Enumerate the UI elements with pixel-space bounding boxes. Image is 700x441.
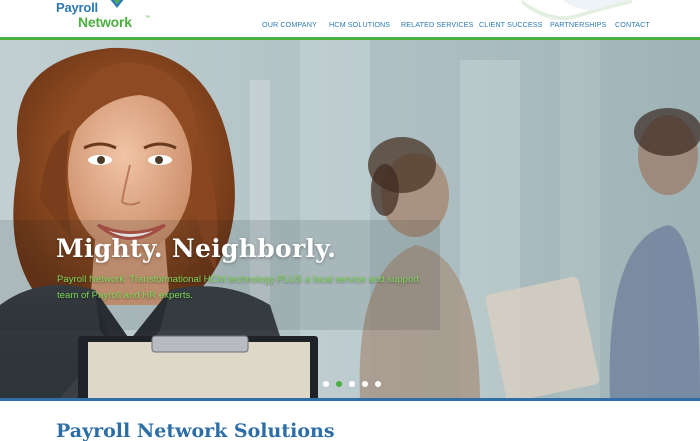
logo-text-network: Network xyxy=(78,14,132,30)
hero-title: Mighty. Neighborly. xyxy=(56,234,337,263)
hero-banner: Mighty. Neighborly. Payroll Network: Tra… xyxy=(0,40,700,398)
logo-text-payroll: Payroll xyxy=(56,0,98,15)
slide-dot-3[interactable] xyxy=(349,381,355,387)
nav-contact[interactable]: CONTACT xyxy=(615,20,650,29)
nav-partnerships[interactable]: PARTNERSHIPS xyxy=(550,20,606,29)
nav-our-company[interactable]: OUR COMPANY xyxy=(262,20,317,29)
slide-dot-5[interactable] xyxy=(375,381,381,387)
logo-trademark: ™ xyxy=(145,15,150,21)
logo-check-icon xyxy=(110,0,124,8)
slide-dot-2-active[interactable] xyxy=(336,381,342,387)
slide-dot-4[interactable] xyxy=(362,381,368,387)
slide-dot-1[interactable] xyxy=(323,381,329,387)
hero-photo xyxy=(0,40,700,398)
nav-client-success[interactable]: CLIENT SUCCESS xyxy=(479,20,543,29)
nav-related-services[interactable]: RELATED SERVICES xyxy=(401,20,473,29)
payroll-network-logo[interactable]: Payroll Network ™ xyxy=(54,0,164,34)
solutions-heading: Payroll Network Solutions xyxy=(56,420,335,441)
site-header: Payroll Network ™ OUR COMPANY HCM SOLUTI… xyxy=(0,0,700,40)
nav-hcm-solutions[interactable]: HCM SOLUTIONS xyxy=(329,20,390,29)
hero-divider xyxy=(0,398,700,401)
hero-subtitle: Payroll Network: Transformational HCM te… xyxy=(57,274,420,301)
